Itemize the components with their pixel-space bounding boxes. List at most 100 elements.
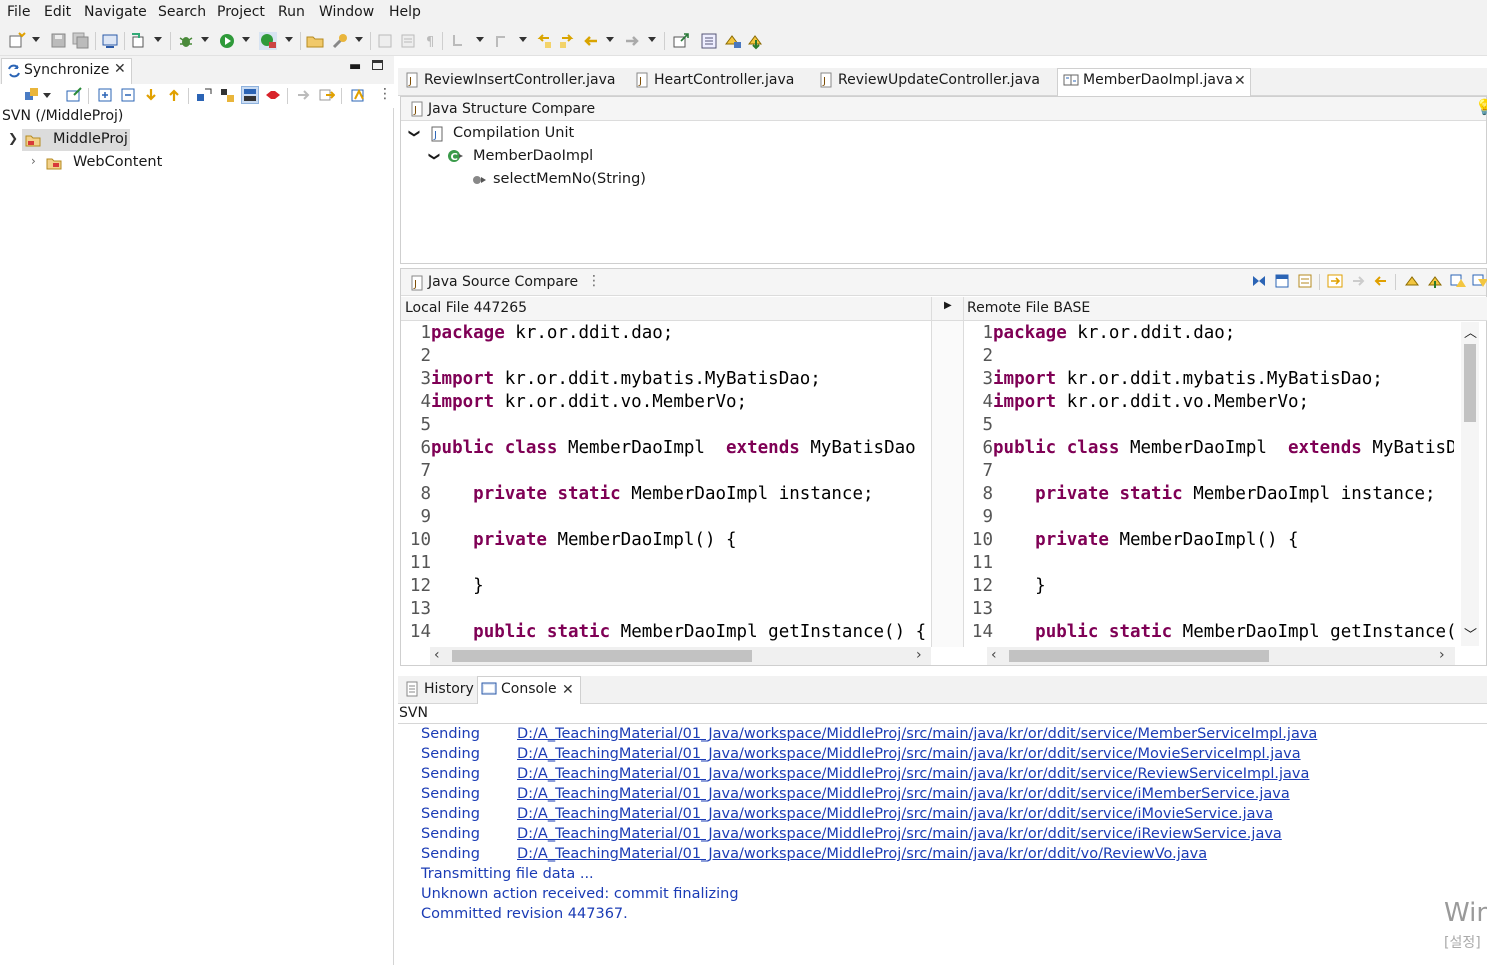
local-horizontal-scrollbar[interactable]: ‹ › — [430, 647, 931, 665]
tab-heart-controller[interactable]: J HeartController.java — [634, 72, 794, 88]
export-icon[interactable] — [672, 32, 690, 50]
ancestor-pane-icon[interactable] — [1274, 273, 1290, 289]
new-dropdown-icon[interactable] — [32, 37, 40, 42]
save-all-icon[interactable] — [72, 32, 90, 50]
next-difference-icon[interactable] — [143, 87, 159, 103]
copy-left-to-right-icon[interactable] — [1327, 273, 1343, 289]
scroll-left-icon[interactable]: ‹ — [434, 647, 440, 663]
run-external-icon[interactable] — [259, 32, 277, 50]
console-file-link[interactable]: D:/A_TeachingMaterial/01_Java/workspace/… — [517, 766, 1309, 782]
console-file-link[interactable]: D:/A_TeachingMaterial/01_Java/workspace/… — [517, 826, 1282, 842]
tree-item-middleproj[interactable]: MiddleProj — [53, 131, 128, 147]
console-file-link[interactable]: D:/A_TeachingMaterial/01_Java/workspace/… — [517, 846, 1207, 862]
two-way-compare-icon[interactable] — [1251, 273, 1267, 289]
open-folder-icon[interactable] — [306, 32, 324, 50]
local-code-view[interactable]: 1package kr.or.ddit.dao; 2 3import kr.or.d… — [405, 322, 931, 644]
view-menu-icon[interactable]: ⋮ — [587, 273, 601, 289]
console-file-link[interactable]: D:/A_TeachingMaterial/01_Java/workspace/… — [517, 806, 1273, 822]
tab-review-update-controller[interactable]: J ReviewUpdateController.java — [818, 72, 1040, 88]
chevron-down-icon[interactable]: ❯ — [8, 131, 18, 145]
chevron-down-icon[interactable]: ❯ — [428, 152, 441, 161]
chevron-down-icon[interactable]: ❯ — [408, 129, 421, 138]
remote-horizontal-thumb[interactable] — [1009, 650, 1269, 662]
search-tool-icon[interactable] — [331, 32, 349, 50]
edit-forward-icon[interactable] — [558, 32, 576, 50]
play-icon[interactable]: ▶ — [944, 300, 952, 311]
menu-file[interactable]: File — [7, 4, 30, 20]
annotation-icon[interactable] — [376, 32, 394, 50]
pin-icon[interactable] — [296, 87, 312, 103]
tab-review-insert-controller[interactable]: J ReviewInsertController.java — [404, 72, 615, 88]
console-file-link[interactable]: D:/A_TeachingMaterial/01_Java/workspace/… — [517, 726, 1317, 742]
incoming-mode-icon[interactable] — [196, 87, 212, 103]
tree-item-webcontent[interactable]: WebContent — [73, 154, 162, 170]
prev-annotation-icon[interactable] — [493, 32, 511, 50]
show-history-icon[interactable] — [319, 87, 335, 103]
forward-icon[interactable] — [623, 32, 641, 50]
sync-refresh-icon[interactable] — [66, 87, 82, 103]
conflicts-mode-icon[interactable] — [265, 87, 281, 103]
back-icon[interactable] — [582, 32, 600, 50]
new-icon[interactable] — [8, 32, 26, 50]
menu-project[interactable]: Project — [217, 4, 265, 20]
scroll-left-icon[interactable]: ‹ — [991, 647, 997, 663]
console-file-link[interactable]: D:/A_TeachingMaterial/01_Java/workspace/… — [517, 786, 1290, 802]
menu-edit[interactable]: Edit — [44, 4, 71, 20]
chevron-right-icon[interactable]: › — [31, 154, 36, 168]
outgoing-mode-icon[interactable] — [219, 87, 235, 103]
block-select-icon[interactable] — [399, 32, 417, 50]
node-member-dao-impl[interactable]: MemberDaoImpl — [473, 148, 593, 164]
previous-difference-icon[interactable] — [1427, 273, 1443, 289]
tab-history[interactable]: History — [404, 681, 474, 697]
svn-update-icon[interactable] — [724, 32, 742, 50]
next-annotation-icon[interactable] — [450, 32, 468, 50]
tab-console[interactable]: Console — [481, 681, 557, 697]
open-type-icon[interactable] — [130, 32, 148, 50]
show-whitespace-icon[interactable]: ¶ — [422, 32, 440, 50]
previous-change-icon[interactable] — [1472, 273, 1487, 289]
svn-commit-icon[interactable] — [747, 32, 765, 50]
scroll-right-icon[interactable]: › — [916, 647, 922, 663]
node-select-mem-no[interactable]: selectMemNo(String) — [493, 171, 646, 187]
scroll-down-icon[interactable]: ﹀ — [1464, 624, 1477, 643]
debug-icon[interactable] — [177, 32, 195, 50]
maximize-icon[interactable] — [372, 60, 383, 70]
save-icon[interactable] — [50, 32, 68, 50]
menu-window[interactable]: Window — [319, 4, 374, 20]
menu-run[interactable]: Run — [278, 4, 305, 20]
close-icon[interactable]: ✕ — [1234, 73, 1246, 89]
incoming-outgoing-mode-icon[interactable] — [241, 86, 259, 104]
console-view[interactable]: SVN Sending D:/A_TeachingMaterial/01_Java… — [398, 704, 1487, 965]
sync-dropdown-icon[interactable] — [24, 87, 40, 103]
close-icon[interactable]: ✕ — [114, 61, 126, 77]
tab-member-dao-impl[interactable]: MemberDaoImpl.java — [1063, 72, 1233, 88]
menu-search[interactable]: Search — [158, 4, 206, 20]
menu-help[interactable]: Help — [389, 4, 421, 20]
next-difference-icon[interactable] — [1404, 273, 1420, 289]
view-menu-icon[interactable]: ⋮ — [378, 86, 392, 102]
copy-right-to-left-icon[interactable] — [1373, 273, 1389, 289]
scroll-right-icon[interactable]: › — [1439, 647, 1445, 663]
remote-code-view[interactable]: 1package kr.or.ddit.dao; 2 3import kr.or.d… — [967, 322, 1454, 644]
svn-repository-icon[interactable] — [350, 87, 366, 103]
next-change-icon[interactable] — [1450, 273, 1466, 289]
minimize-icon[interactable]: ▬ — [349, 59, 361, 74]
last-edit-icon[interactable] — [535, 32, 553, 50]
lightbulb-icon[interactable]: 💡 — [1475, 98, 1487, 116]
remote-horizontal-scrollbar[interactable]: ‹ › — [987, 647, 1455, 665]
ignore-whitespace-icon[interactable] — [1297, 273, 1313, 289]
run-icon[interactable] — [218, 32, 236, 50]
node-compilation-unit[interactable]: Compilation Unit — [453, 125, 574, 141]
checkout-icon[interactable] — [700, 32, 718, 50]
close-icon[interactable]: ✕ — [562, 682, 574, 698]
console-file-link[interactable]: D:/A_TeachingMaterial/01_Java/workspace/… — [517, 746, 1301, 762]
collapse-all-icon[interactable] — [120, 87, 136, 103]
local-horizontal-thumb[interactable] — [452, 650, 752, 662]
copy-changes-icon[interactable] — [1350, 273, 1366, 289]
previous-difference-icon[interactable] — [166, 87, 182, 103]
expand-all-icon[interactable] — [97, 87, 113, 103]
menu-navigate[interactable]: Navigate — [84, 4, 147, 20]
terminal-icon[interactable] — [101, 32, 119, 50]
scroll-up-icon[interactable]: ︿ — [1464, 322, 1477, 341]
vertical-scroll-thumb[interactable] — [1464, 344, 1476, 422]
